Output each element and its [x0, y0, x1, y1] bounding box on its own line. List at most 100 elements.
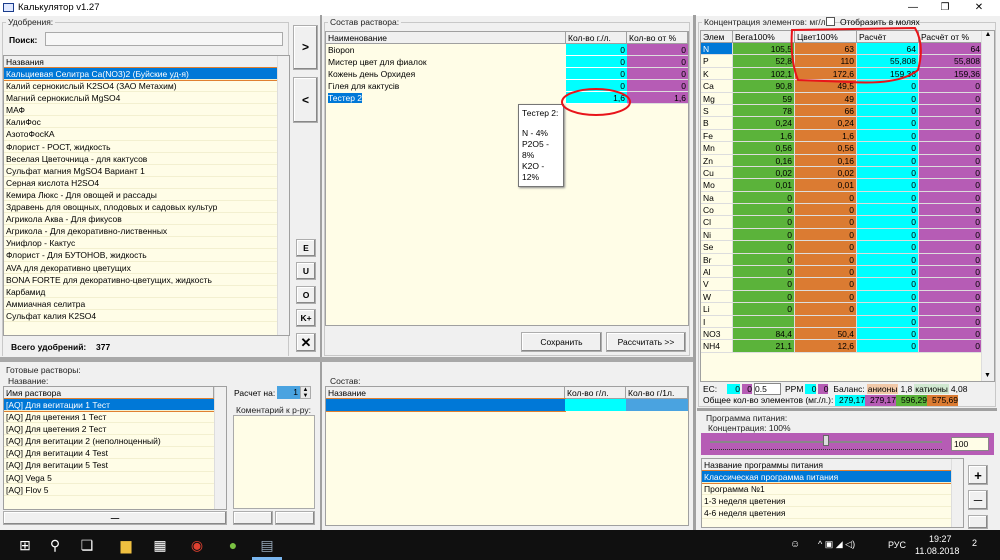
element-row[interactable]: S 78 66 0 0 [701, 104, 994, 118]
column-header-vega[interactable]: Вега100% [733, 31, 795, 42]
fertilizer-item[interactable]: Веселая Цветочница - для кактусов [4, 153, 278, 165]
task-view-icon[interactable]: ❏ [78, 536, 96, 554]
program-item[interactable]: 4-6 неделя цветения [702, 507, 952, 520]
fertilizer-item[interactable]: Агрикола Аква - Для фикусов [4, 213, 278, 226]
column-header-calc-pct[interactable]: Расчёт от % [919, 31, 983, 42]
component-name[interactable]: Тестер 2 [328, 93, 363, 103]
fertilizer-item[interactable]: Флорист - РОСТ, жидкость [4, 141, 278, 153]
element-row[interactable]: NH4 21,1 12,6 0 0 [701, 340, 994, 353]
column-header-name[interactable]: Название [326, 387, 565, 398]
concentration-scrollbar[interactable]: ▲ ▼ [981, 31, 994, 381]
column-header-names[interactable]: Названия [4, 56, 278, 67]
amount-gl-cell[interactable]: 0 [566, 56, 627, 68]
language-indicator[interactable]: РУС [888, 540, 906, 550]
amount-gl-cell[interactable]: 0 [566, 44, 627, 56]
solution-item[interactable]: [AQ] Vega 5 [4, 472, 214, 484]
notifications-icon[interactable]: 2 [972, 538, 977, 548]
maximize-button[interactable]: ❐ [930, 0, 960, 16]
element-row[interactable]: V0000 [701, 278, 994, 291]
fertilizer-item[interactable]: Кальциевая Селитра Ca(NO3)2 (Буйские уд-… [4, 66, 279, 82]
column-header-name[interactable]: Наименование [326, 32, 566, 43]
column-header-program[interactable]: Название программы питания [702, 459, 952, 470]
table-row[interactable]: Тестер 2 1,6 1,6 [326, 92, 688, 104]
element-row[interactable]: K 102,1 172,6 159,36 159,36 [701, 67, 994, 81]
fertilizer-item[interactable]: Магний сернокислый MgSO4 [4, 92, 278, 105]
remove-program-button[interactable]: — [968, 490, 988, 510]
fertilizer-item[interactable]: Здравень для овощных, плодовых и садовых… [4, 201, 278, 214]
table-row[interactable] [326, 398, 688, 412]
search-input[interactable] [45, 32, 283, 46]
element-row[interactable]: N 105,5 63 64 64 [701, 43, 994, 56]
edit-program-button[interactable] [968, 515, 988, 529]
fertilizer-item[interactable]: Агрикола - Для декоративно-лиственных [4, 225, 278, 238]
table-row[interactable]: Мистер цвет для фиалок 0 0 [326, 56, 688, 68]
element-row[interactable]: Mo 0,01 0,01 0 0 [701, 179, 994, 192]
u-button[interactable]: U [296, 262, 316, 280]
program-scrollbar[interactable] [951, 459, 963, 527]
concentration-input[interactable]: 100 [951, 437, 989, 451]
fertilizer-item[interactable]: Калий сернокислый K2SO4 (ЗАО Метахим) [4, 80, 278, 93]
component-name[interactable]: Biopon [328, 45, 354, 55]
comment-apply-button[interactable] [275, 511, 315, 525]
amount-gl-cell[interactable]: 1,6 [566, 92, 627, 104]
column-header-gl[interactable]: Кол-во г./л. [566, 32, 627, 43]
element-row[interactable]: P 52,8 110 55,808 55,808 [701, 55, 994, 68]
solution-item[interactable]: [AQ] Для цветения 1 Тест [4, 411, 214, 424]
amount-gl-cell[interactable]: 0 [566, 80, 627, 92]
solution-item[interactable]: [AQ] Для цветения 2 Тест [4, 423, 214, 436]
o-button[interactable]: O [296, 286, 316, 304]
fertilizer-item[interactable]: Карбамид [4, 286, 278, 298]
fertilizers-list[interactable]: Названия Кальциевая Селитра Ca(NO3)2 (Бу… [3, 55, 290, 336]
component-name[interactable]: Гілея для кактусів [328, 81, 399, 91]
ready-composition-table[interactable]: Название Кол-во г/л. Кол-во г/1л. [325, 386, 689, 526]
save-button[interactable]: Сохранить [521, 332, 602, 352]
minimize-button[interactable]: — [898, 0, 928, 16]
people-icon[interactable]: ☺ [790, 539, 800, 550]
amount-gl-cell[interactable]: 0 [566, 68, 627, 80]
fertilizer-item[interactable]: Сульфат калия K2SO4 [4, 310, 278, 322]
amount-pct-cell[interactable]: 0 [627, 44, 688, 56]
fertilizer-item[interactable]: АзотоФосКА [4, 128, 278, 141]
table-row[interactable]: Гілея для кактусів 0 0 [326, 80, 688, 92]
ready-solutions-list[interactable]: Имя раствора [AQ] Для вегитации 1 Тест [A… [3, 386, 227, 510]
k-plus-button[interactable]: K+ [296, 309, 316, 327]
splitter[interactable] [0, 357, 695, 362]
element-row[interactable]: Br 0 0 0 0 [701, 253, 994, 267]
chrome-icon[interactable]: ◉ [188, 536, 206, 554]
column-header-g1l[interactable]: Кол-во г/1л. [626, 387, 688, 398]
element-row[interactable]: Se 0 0 0 0 [701, 241, 994, 254]
amount-pct-cell[interactable]: 0 [627, 68, 688, 80]
show-moles-checkbox[interactable] [826, 17, 835, 26]
fertilizers-scrollbar[interactable] [277, 56, 289, 335]
component-name[interactable]: Кожень день Орхидея [328, 69, 415, 79]
column-header-flower[interactable]: Цвет100% [795, 31, 857, 42]
calculator-app-icon[interactable]: ▤ [258, 536, 276, 554]
element-row[interactable]: Zn 0,16 0,16 0 0 [701, 154, 994, 167]
program-list[interactable]: Название программы питания Классическая … [701, 458, 964, 528]
add-to-solution-button[interactable]: > [293, 25, 318, 70]
calc-for-spinner[interactable]: ▲ ▼ [300, 386, 311, 399]
show-moles-label[interactable]: Отобразить в молях [840, 17, 920, 27]
fertilizer-item[interactable]: Унифлор - Кактус [4, 237, 278, 250]
fertilizer-item[interactable]: КалиФос [4, 116, 278, 129]
element-row[interactable]: Li 0 0 0 0 [701, 303, 994, 316]
calculate-button[interactable]: Рассчитать >> [606, 332, 686, 352]
fertilizer-item[interactable]: Сульфат магния MgSO4 Вариант 1 [4, 165, 278, 177]
element-row[interactable]: Fe 1,6 1,6 0 0 [701, 129, 994, 143]
comment-textarea[interactable] [233, 415, 315, 509]
remove-solution-button[interactable]: — [3, 511, 227, 525]
fertilizer-item[interactable]: Кемира Люкс - Для овощей и рассады [4, 189, 278, 202]
amount-pct-cell[interactable]: 0 [627, 80, 688, 92]
ec-step-spinner[interactable]: 0.5 [754, 382, 781, 395]
element-row[interactable]: NO3 84,4 50,4 0 0 [701, 327, 994, 341]
slider-thumb[interactable] [823, 435, 829, 446]
element-row[interactable]: Ni 0 0 0 0 [701, 228, 994, 242]
program-item[interactable]: Классическая программа питания [702, 469, 953, 485]
fertilizer-item[interactable]: BONA FORTE для декоративно-цветущих, жид… [4, 274, 278, 286]
column-header-calc[interactable]: Расчёт [857, 31, 919, 42]
element-row[interactable]: Cl 0 0 0 0 [701, 216, 994, 229]
amount-pct-cell[interactable]: 0 [627, 56, 688, 68]
file-explorer-icon[interactable]: ▆ [117, 536, 135, 554]
remove-from-solution-button[interactable]: < [293, 77, 318, 123]
composition-table[interactable]: Наименование Кол-во г./л. Кол-во от % Biop… [325, 31, 689, 326]
